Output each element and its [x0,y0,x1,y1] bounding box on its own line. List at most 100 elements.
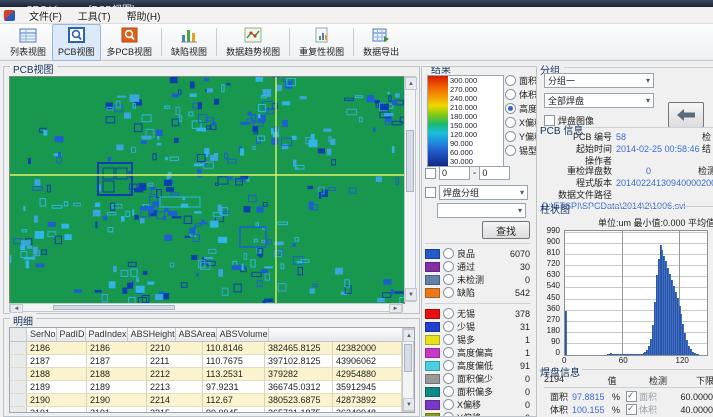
category-row[interactable]: 未检测 0 [425,273,532,286]
toolbar-button-label: 列表视图 [10,45,46,58]
category-count: 0 [504,275,532,285]
y-tick-label: 180 [538,326,560,335]
data-trend-view-button[interactable]: 数据趋势视图 [220,24,286,61]
y-tick-label: 270 [538,315,560,324]
table-row[interactable]: 2189 2189 2213 97.9231 366745.0312 35912… [10,381,402,394]
metric-radio-option[interactable]: 高度 [505,101,537,115]
cell-absvolume: 42954880 [333,368,402,380]
category-radio-icon[interactable] [443,334,454,345]
category-row[interactable]: 高度偏高 1 [425,346,532,359]
menu-item[interactable]: 文件(F) [21,6,70,25]
category-row[interactable]: 通过 30 [425,260,532,273]
pcb-canvas[interactable] [9,76,405,304]
category-radio-icon[interactable] [443,360,454,371]
detail-table-header: SerNoPadIDPadIndexABSHeightABSAreaABSVol… [10,328,402,342]
range-to-input[interactable]: 0 [479,166,510,180]
category-row[interactable]: 缺陷 542 [425,286,532,299]
scrollbar-thumb[interactable] [404,344,412,372]
category-count: 0 [504,413,532,417]
category-radio-icon[interactable] [443,347,454,358]
table-row[interactable]: 2191 2191 2215 99.0945 365721.1875 36240… [10,407,402,413]
category-radio-icon[interactable] [443,412,454,417]
scrollbar-thumb[interactable] [406,130,414,192]
column-header[interactable]: ABSArea [176,328,217,341]
radio-icon[interactable] [505,145,516,156]
pcb-horizontal-scrollbar[interactable]: ◄ ► [9,303,403,312]
table-row[interactable]: 2187 2187 2211 110.7675 397102.8125 4390… [10,355,402,368]
scroll-down-arrow-icon[interactable]: ▼ [405,288,417,301]
scroll-up-arrow-icon[interactable]: ▲ [403,329,415,342]
column-header[interactable]: PadIndex [86,328,128,341]
category-label: 高度偏高 [457,346,501,359]
category-row[interactable]: 良品 6070 [425,247,532,260]
metric-radio-option[interactable]: 体积 [505,87,537,101]
scroll-right-arrow-icon[interactable]: ► [389,304,402,313]
radio-icon[interactable] [505,117,516,128]
pcb-view-button[interactable]: PCB视图 [52,24,101,61]
section-divider [564,67,713,68]
scroll-up-arrow-icon[interactable]: ▲ [405,77,417,90]
category-radio-icon[interactable] [443,287,454,298]
column-header[interactable]: SerNo [27,328,57,341]
multi-pcb-view-button[interactable]: 多PCB视图 [101,24,159,61]
menu-item[interactable]: 工具(T) [70,6,119,25]
radio-icon[interactable] [505,103,516,114]
metric-radio-option[interactable]: X偏移 [505,115,537,129]
category-radio-icon[interactable] [443,274,454,285]
scroll-left-arrow-icon[interactable]: ◄ [10,304,23,313]
category-row[interactable]: 高度偏低 91 [425,359,532,372]
column-header[interactable]: PadID [57,328,86,341]
radio-icon[interactable] [505,89,516,100]
radio-icon[interactable] [505,75,516,86]
category-row[interactable]: 面积偏多 0 [425,385,532,398]
list-view-button[interactable]: 列表视图 [4,24,52,61]
category-radio-icon[interactable] [443,386,454,397]
range-filter-checkbox[interactable] [425,168,436,179]
pad-scope-select[interactable]: 全部焊盘 ▾ [544,93,654,108]
column-header[interactable]: ABSVolume [217,328,269,341]
category-row[interactable]: 面积偏少 0 [425,372,532,385]
scrollbar-thumb[interactable] [53,305,175,310]
back-arrow-button[interactable] [668,102,704,128]
scroll-down-arrow-icon[interactable]: ▼ [403,398,415,411]
metric-radio-option[interactable]: 面积 [505,73,537,87]
table-row[interactable]: 2190 2190 2214 112.67 380523.6875 428738… [10,394,402,407]
repeatability-view-button[interactable]: 重复性视图 [293,24,350,61]
category-row[interactable]: X偏移 0 [425,398,532,411]
radio-icon[interactable] [505,131,516,142]
cell-absarea: 366745.0312 [265,381,333,393]
pad-group-checkbox[interactable] [425,187,436,198]
find-button[interactable]: 查找 [482,221,530,239]
category-row[interactable]: 锡多 1 [425,333,532,346]
sub-group-select[interactable]: ▾ [437,203,526,218]
table-row[interactable]: 2186 2186 2210 110.8146 382465.8125 4238… [10,342,402,355]
info-side-label: 结 [702,142,711,155]
category-color-swatch [425,387,440,397]
category-row[interactable]: 无锡 378 [425,307,532,320]
pad-metric-checkbox[interactable] [626,404,637,415]
category-radio-icon[interactable] [443,308,454,319]
table-row[interactable]: 2188 2188 2212 113.2531 379282 42954880 [10,368,402,381]
grouping-select[interactable]: 分组一 ▾ [544,73,654,88]
pcb-vertical-scrollbar[interactable]: ▲ ▼ [404,76,416,302]
menu-item[interactable]: 帮助(H) [119,6,169,25]
data-export-button[interactable]: 数据导出 [357,24,405,61]
category-radio-icon[interactable] [443,399,454,410]
histogram-section-title: 柱状图 [540,201,570,216]
range-from-input[interactable]: 0 [439,166,470,180]
category-radio-icon[interactable] [443,261,454,272]
category-radio-icon[interactable] [443,373,454,384]
pad-group-select[interactable]: 焊盘分组 ▾ [439,185,528,200]
column-header[interactable]: ABSHeight [128,328,176,341]
metric-radio-option[interactable]: Y偏移 [505,129,537,143]
category-radio-icon[interactable] [443,321,454,332]
cell-padid: 2188 [87,368,147,380]
category-radio-icon[interactable] [443,248,454,259]
detail-vertical-scrollbar[interactable]: ▲ ▼ [402,328,414,412]
category-row[interactable]: Y偏移 0 [425,411,532,417]
scale-tick-label: 180.000 [450,112,503,121]
category-row[interactable]: 少锡 31 [425,320,532,333]
metric-radio-option[interactable]: 锡型 [505,143,537,157]
defect-view-button[interactable]: 缺陷视图 [165,24,213,61]
pad-metric-checkbox[interactable] [626,391,637,402]
